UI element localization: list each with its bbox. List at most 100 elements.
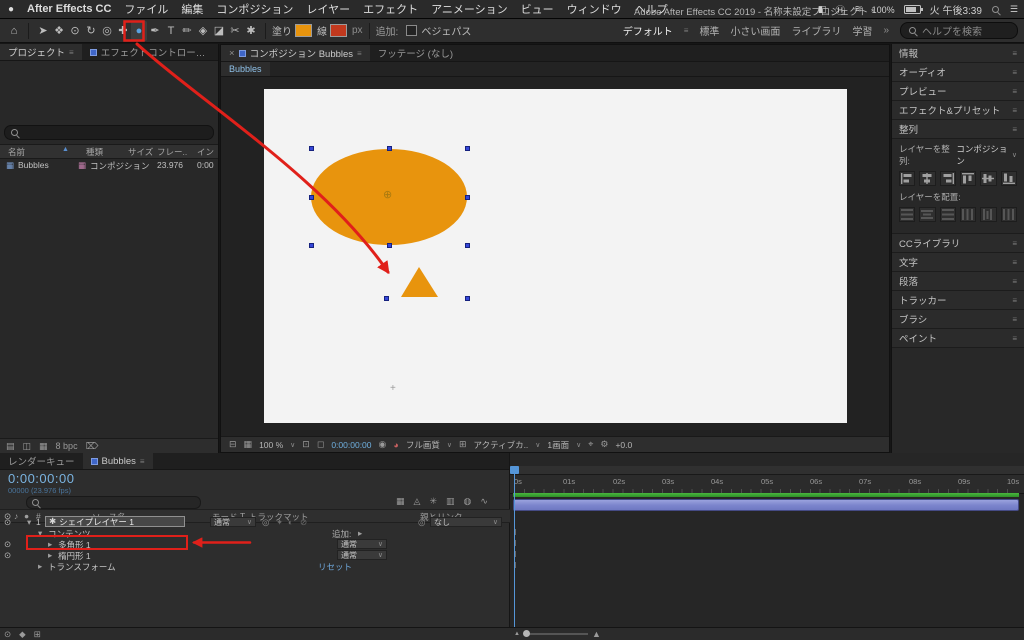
selection-handle[interactable] <box>465 195 470 200</box>
timeline-zoom-control[interactable]: ▲ ▲ <box>514 629 601 639</box>
col-type[interactable]: 種類 <box>86 146 103 158</box>
panel-menu-icon[interactable]: ≡ <box>1012 258 1017 267</box>
shape-tool-icon[interactable]: ● <box>131 20 147 41</box>
sort-arrow-icon[interactable]: ▲ <box>62 146 69 153</box>
bezier-path-checkbox[interactable] <box>406 25 418 36</box>
align-bottom-icon[interactable] <box>1000 171 1017 186</box>
spotlight-search-icon[interactable] <box>991 5 1001 15</box>
close-icon[interactable]: × <box>229 48 235 59</box>
project-bpc-button[interactable]: 8 bpc <box>56 441 78 451</box>
home-tool-icon[interactable]: ⌂ <box>6 21 22 41</box>
panel-preview[interactable]: プレビュー ≡ <box>892 82 1024 101</box>
panel-menu-icon[interactable]: ≡ <box>1012 239 1017 248</box>
eraser-tool-icon[interactable]: ◪ <box>211 21 227 41</box>
pixel-aspect-icon[interactable]: ⌖ <box>588 439 593 450</box>
workspace-small-screen[interactable]: 小さい画面 <box>730 23 780 38</box>
distribute-horizontal-center-icon[interactable] <box>980 207 997 222</box>
panel-brushes[interactable]: ブラシ ≡ <box>892 310 1024 329</box>
tab-project[interactable]: プロジェクト ≡ <box>0 44 82 60</box>
col-size[interactable]: サイズ <box>128 146 153 158</box>
app-status-icon[interactable]: ◧ <box>818 4 827 15</box>
selection-handle[interactable] <box>465 296 470 301</box>
resolution-select[interactable]: フル画質 <box>406 439 440 451</box>
toggle-mask-icon[interactable]: ◻ <box>317 439 324 450</box>
menu-layer[interactable]: レイヤー <box>306 1 350 17</box>
selection-handle[interactable] <box>309 146 314 151</box>
transform-label[interactable]: トランスフォーム <box>48 561 116 573</box>
selection-handle[interactable] <box>309 195 314 200</box>
polygon-blend-mode-select[interactable]: 通常 ∨ <box>337 539 387 549</box>
panel-info[interactable]: 情報 ≡ <box>892 44 1024 63</box>
col-in[interactable]: イン <box>197 146 214 158</box>
panel-menu-icon[interactable]: ≡ <box>1012 296 1017 305</box>
tab-footage[interactable]: フッテージ (なし) <box>370 45 461 61</box>
snapshot-icon[interactable]: ◉ <box>379 439 387 450</box>
menu-window[interactable]: ウィンドウ <box>567 1 622 17</box>
align-top-icon[interactable] <box>959 171 977 186</box>
panel-menu-icon[interactable]: ≡ <box>357 49 362 58</box>
interpret-footage-icon[interactable]: ▤ <box>6 441 15 452</box>
selection-handle[interactable] <box>309 243 314 248</box>
panel-audio[interactable]: オーディオ ≡ <box>892 63 1024 82</box>
distribute-vertical-center-icon[interactable] <box>919 207 936 222</box>
show-channel-icon[interactable]: ◕ <box>393 440 398 450</box>
panel-cc-libraries[interactable]: CCライブラリ ≡ <box>892 234 1024 253</box>
panel-paint[interactable]: ペイント ≡ <box>892 329 1024 348</box>
apple-menu-icon[interactable]: ● <box>8 4 14 15</box>
parent-select[interactable]: なし ∨ <box>430 517 502 527</box>
effects-switch-icon[interactable]: ◐ <box>288 517 293 527</box>
zoom-out-mountain-icon[interactable]: ▲ <box>514 631 520 637</box>
eye-icon[interactable]: ⊙ <box>4 517 11 528</box>
expand-transfer-controls-icon[interactable]: ◆ <box>19 629 26 640</box>
col-name[interactable]: 名前 <box>8 146 25 158</box>
panel-menu-icon[interactable]: ≡ <box>1012 277 1017 286</box>
preview-time-display[interactable]: 0:00:00:00 <box>331 440 371 450</box>
align-right-icon[interactable] <box>939 171 956 186</box>
tab-effect-controls[interactable]: エフェクトコントロール シェイプ <box>82 44 218 60</box>
distribute-bottom-icon[interactable] <box>939 207 956 222</box>
menu-edit[interactable]: 編集 <box>181 1 203 17</box>
current-time-indicator-head[interactable] <box>510 466 519 474</box>
panel-menu-icon[interactable]: ≡ <box>1012 125 1017 134</box>
selection-tool-icon[interactable]: ➤ <box>35 21 51 41</box>
clone-stamp-tool-icon[interactable]: ◈ <box>195 21 211 41</box>
layer-name[interactable]: シェイプレイヤー 1 <box>59 516 134 528</box>
workspace-libraries[interactable]: ライブラリ <box>791 23 841 38</box>
tab-render-queue[interactable]: レンダーキュー <box>0 453 83 469</box>
trash-icon[interactable]: ⌦ <box>86 441 99 452</box>
workspace-menu-icon[interactable]: ≡ <box>684 26 689 35</box>
col-framerate[interactable]: フレー.. <box>157 146 187 158</box>
selection-handle[interactable] <box>465 243 470 248</box>
help-search-field[interactable]: ヘルプを検索 <box>900 22 1018 39</box>
layer-row-shape-layer[interactable]: ⊙ ▾ 1 ✱ シェイプレイヤー 1 通常 ∨ ◎ ✦ ◐ ⊘ ◎ なし ∨ <box>0 516 510 528</box>
zoom-tool-icon[interactable]: ⊙ <box>67 21 83 41</box>
viewer-tab-bubbles[interactable]: Bubbles <box>221 62 270 76</box>
time-ruler[interactable]: 0s 01s 02s 03s 04s 05s 06s 07s 08s 09s 1… <box>510 475 1024 494</box>
add-shape-button-icon[interactable]: ▸ <box>358 528 362 539</box>
hand-tool-icon[interactable]: ❖ <box>51 21 67 41</box>
layer-name-box[interactable]: ✱ シェイプレイヤー 1 <box>45 516 185 527</box>
timeline-search-field[interactable] <box>26 496 201 509</box>
quality-switch-icon[interactable]: ✦ <box>276 517 283 528</box>
menu-composition[interactable]: コンポジション <box>216 1 293 17</box>
always-preview-icon[interactable]: ⊟ <box>229 439 237 450</box>
camera-tool-icon[interactable]: ◎ <box>99 21 115 41</box>
view-layout-select[interactable]: 1画面 <box>547 439 569 451</box>
distribute-top-icon[interactable] <box>899 207 916 222</box>
motion-blur-icon[interactable]: ◍ <box>464 496 472 507</box>
fast-previews-icon[interactable]: ⚙ <box>600 439 608 450</box>
panel-menu-icon[interactable]: ≡ <box>1012 315 1017 324</box>
twirl-open-icon[interactable]: ▾ <box>38 528 42 539</box>
menubar-clock[interactable]: 火 午後3:39 <box>930 2 982 17</box>
pan-behind-tool-icon[interactable]: ✚ <box>115 21 131 41</box>
panel-menu-icon[interactable]: ≡ <box>1012 334 1017 343</box>
graph-editor-icon[interactable]: ∿ <box>480 496 488 507</box>
h-app-icon[interactable]: Ⓗ <box>835 2 845 17</box>
expand-inout-columns-icon[interactable]: ⊞ <box>34 629 41 640</box>
project-search-field[interactable] <box>4 125 214 140</box>
current-time-indicator-line[interactable] <box>514 466 515 627</box>
exposure-value[interactable]: +0.0 <box>615 440 632 450</box>
magnification-select[interactable]: 100 % <box>259 440 283 450</box>
transform-reset-button[interactable]: リセット <box>318 561 352 573</box>
camera-select[interactable]: アクティブカ.. <box>474 439 529 451</box>
